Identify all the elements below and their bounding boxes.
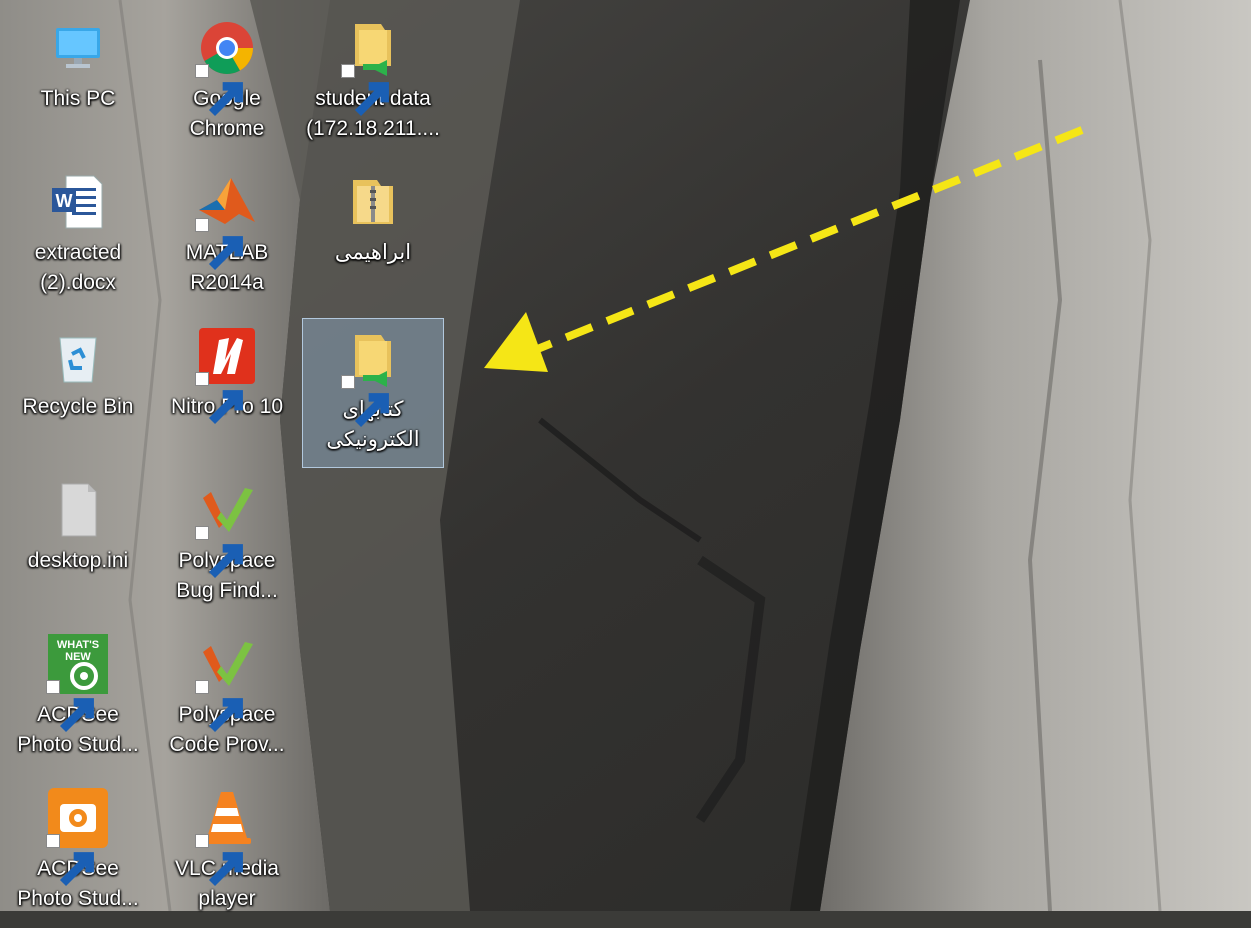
shortcut-arrow-icon bbox=[195, 64, 243, 117]
desktop-icon[interactable]: VLC media player bbox=[156, 778, 298, 928]
shortcut-arrow-icon bbox=[341, 375, 389, 428]
desktop-icon[interactable]: desktop.ini bbox=[7, 470, 149, 620]
desktop-icon[interactable]: Polyspace Code Prov... bbox=[156, 624, 298, 774]
desktop-icon-label: desktop.ini bbox=[27, 549, 129, 572]
desktop-icon[interactable]: student data (172.18.211.... bbox=[302, 8, 444, 158]
vlc-icon bbox=[195, 786, 259, 887]
nitro-pro-icon bbox=[195, 324, 259, 425]
shortcut-arrow-icon bbox=[46, 680, 94, 733]
acdsee-icon bbox=[46, 786, 110, 887]
desktop-icon[interactable]: ابراهیمی bbox=[302, 162, 444, 312]
ini-file-icon bbox=[46, 478, 110, 542]
desktop-icon[interactable]: WHAT'S NEW ACDSee Photo Stud... bbox=[7, 624, 149, 774]
desktop-icon[interactable]: MATLAB R2014a bbox=[156, 162, 298, 312]
acdsee-whats-new-icon: WHAT'S NEW bbox=[46, 632, 110, 733]
this-pc-icon bbox=[46, 16, 110, 80]
shortcut-arrow-icon bbox=[195, 526, 243, 579]
recycle-bin-icon bbox=[46, 324, 110, 388]
desktop-icon[interactable]: ACDSee Photo Stud... bbox=[7, 778, 149, 928]
svg-text:NEW: NEW bbox=[65, 651, 91, 663]
desktop-icon-label: extracted (2).docx bbox=[34, 241, 122, 294]
svg-text:WHAT'S: WHAT'S bbox=[57, 639, 99, 651]
network-folder-icon bbox=[341, 327, 405, 428]
desktop-icon[interactable]: Recycle Bin bbox=[7, 316, 149, 466]
shortcut-arrow-icon bbox=[195, 218, 243, 271]
matlab-icon bbox=[195, 170, 259, 271]
shortcut-arrow-icon bbox=[195, 680, 243, 733]
desktop-icon-label: ابراهیمی bbox=[334, 241, 412, 264]
zip-folder-icon bbox=[341, 170, 405, 234]
desktop-icon[interactable]: Google Chrome bbox=[156, 8, 298, 158]
chrome-icon bbox=[195, 16, 259, 117]
network-folder-icon bbox=[341, 16, 405, 117]
polyspace-icon bbox=[195, 632, 259, 733]
desktop-icon[interactable]: Wextracted (2).docx bbox=[7, 162, 149, 312]
polyspace-icon bbox=[195, 478, 259, 579]
word-document-icon: W bbox=[46, 170, 110, 234]
desktop-icon[interactable]: Polyspace Bug Find... bbox=[156, 470, 298, 620]
shortcut-arrow-icon bbox=[341, 64, 389, 117]
desktop-icon-label: Recycle Bin bbox=[22, 395, 134, 418]
desktop-icon[interactable]: This PC bbox=[7, 8, 149, 158]
desktop-icon[interactable]: Nitro Pro 10 bbox=[156, 316, 298, 466]
shortcut-arrow-icon bbox=[195, 834, 243, 887]
desktop-icon-label: This PC bbox=[40, 87, 116, 110]
shortcut-arrow-icon bbox=[195, 372, 243, 425]
shortcut-arrow-icon bbox=[46, 834, 94, 887]
desktop-icon[interactable]: کتابهای الکترونیکی bbox=[302, 318, 444, 468]
svg-text:W: W bbox=[56, 191, 73, 211]
